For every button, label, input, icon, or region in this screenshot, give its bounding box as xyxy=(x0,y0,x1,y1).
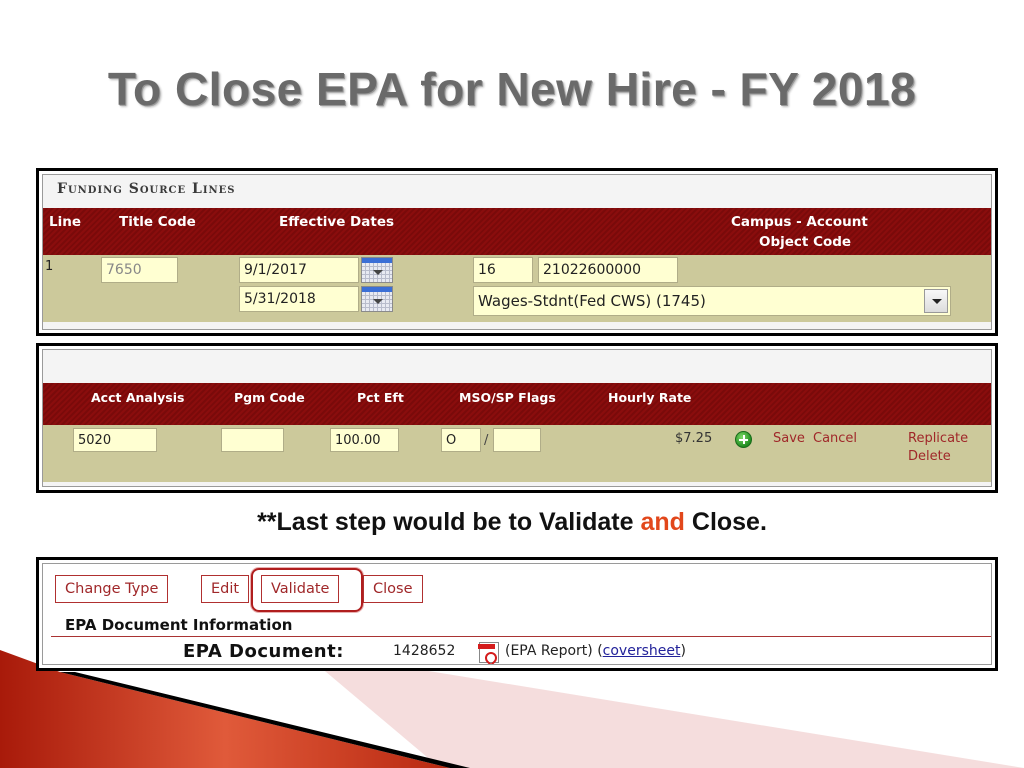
campus-input[interactable]: 16 xyxy=(473,257,533,283)
close-button[interactable]: Close xyxy=(363,575,423,603)
pdf-icon[interactable] xyxy=(478,642,499,663)
mso-flag-input[interactable]: O xyxy=(441,428,481,452)
end-date-input[interactable]: 5/31/2018 xyxy=(239,286,359,312)
change-type-button[interactable]: Change Type xyxy=(55,575,169,603)
epa-document-label: EPA Document: xyxy=(183,641,344,662)
section-title: Funding Source Lines xyxy=(57,181,236,197)
hourly-rate-value: $7.25 xyxy=(675,431,713,446)
note-suffix: Close. xyxy=(684,508,767,536)
header-effective-dates: Effective Dates xyxy=(279,214,395,230)
header-object-code: Object Code xyxy=(759,234,852,250)
validate-button[interactable]: Validate xyxy=(261,575,340,603)
report-prefix: (EPA Report) ( xyxy=(505,643,603,659)
start-date-input[interactable]: 9/1/2017 xyxy=(239,257,359,283)
account-input[interactable]: 21022600000 xyxy=(538,257,678,283)
delete-link[interactable]: Delete xyxy=(908,449,951,464)
header-title-code: Title Code xyxy=(119,214,196,230)
cancel-link[interactable]: Cancel xyxy=(813,431,857,446)
header-hourly-rate: Hourly Rate xyxy=(608,390,692,405)
epa-document-panel: Change Type Edit Validate Close EPA Docu… xyxy=(36,557,998,671)
note-text: **Last step would be to Validate xyxy=(257,508,641,536)
calendar-picker-icon[interactable] xyxy=(361,257,393,283)
header-mso-sp-flags: MSO/SP Flags xyxy=(459,390,556,405)
pgm-code-input[interactable] xyxy=(221,428,284,452)
table-row: 1 7650 9/1/2017 5/31/2018 16 21022600000… xyxy=(43,255,991,322)
coversheet-link[interactable]: coversheet xyxy=(603,643,681,659)
funding-source-lines-panel: Funding Source Lines Line Title Code Eff… xyxy=(36,168,998,336)
instruction-note: **Last step would be to Validate and Clo… xyxy=(0,508,1024,537)
divider xyxy=(51,636,991,637)
title-code-input[interactable]: 7650 xyxy=(101,257,178,283)
epa-document-information-heading: EPA Document Information xyxy=(65,616,293,634)
header-acct-analysis: Acct Analysis xyxy=(91,390,185,405)
plus-circle-icon[interactable] xyxy=(735,431,752,448)
acct-analysis-input[interactable]: 5020 xyxy=(73,428,157,452)
note-accent: and xyxy=(640,508,685,536)
calendar-picker-icon[interactable] xyxy=(361,286,393,312)
line-number: 1 xyxy=(45,259,54,274)
replicate-link[interactable]: Replicate xyxy=(908,431,968,446)
table-row: 5020 100.00 O / $7.25 Save Cancel Replic… xyxy=(43,425,991,482)
header-pct-eft: Pct Eft xyxy=(357,390,404,405)
sp-flag-input[interactable] xyxy=(493,428,541,452)
edit-button[interactable]: Edit xyxy=(201,575,250,603)
flag-separator: / xyxy=(484,433,489,448)
slide-title: To Close EPA for New Hire - FY 2018 xyxy=(107,63,917,115)
report-suffix: ) xyxy=(680,643,686,659)
header-campus-account: Campus - Account xyxy=(731,214,868,230)
pct-eft-input[interactable]: 100.00 xyxy=(330,428,399,452)
table-header: Acct Analysis Pgm Code Pct Eft MSO/SP Fl… xyxy=(43,383,991,425)
save-link[interactable]: Save xyxy=(773,431,805,446)
table-header: Line Title Code Effective Dates Campus -… xyxy=(43,208,991,255)
distribution-panel: Acct Analysis Pgm Code Pct Eft MSO/SP Fl… xyxy=(36,343,998,493)
epa-report-text: (EPA Report) (coversheet) xyxy=(505,643,686,659)
object-code-select[interactable]: Wages-Stdnt(Fed CWS) (1745) xyxy=(473,286,951,316)
header-pgm-code: Pgm Code xyxy=(234,390,305,405)
epa-document-number: 1428652 xyxy=(393,643,456,659)
header-line: Line xyxy=(49,214,81,230)
chevron-down-icon[interactable] xyxy=(924,289,948,313)
